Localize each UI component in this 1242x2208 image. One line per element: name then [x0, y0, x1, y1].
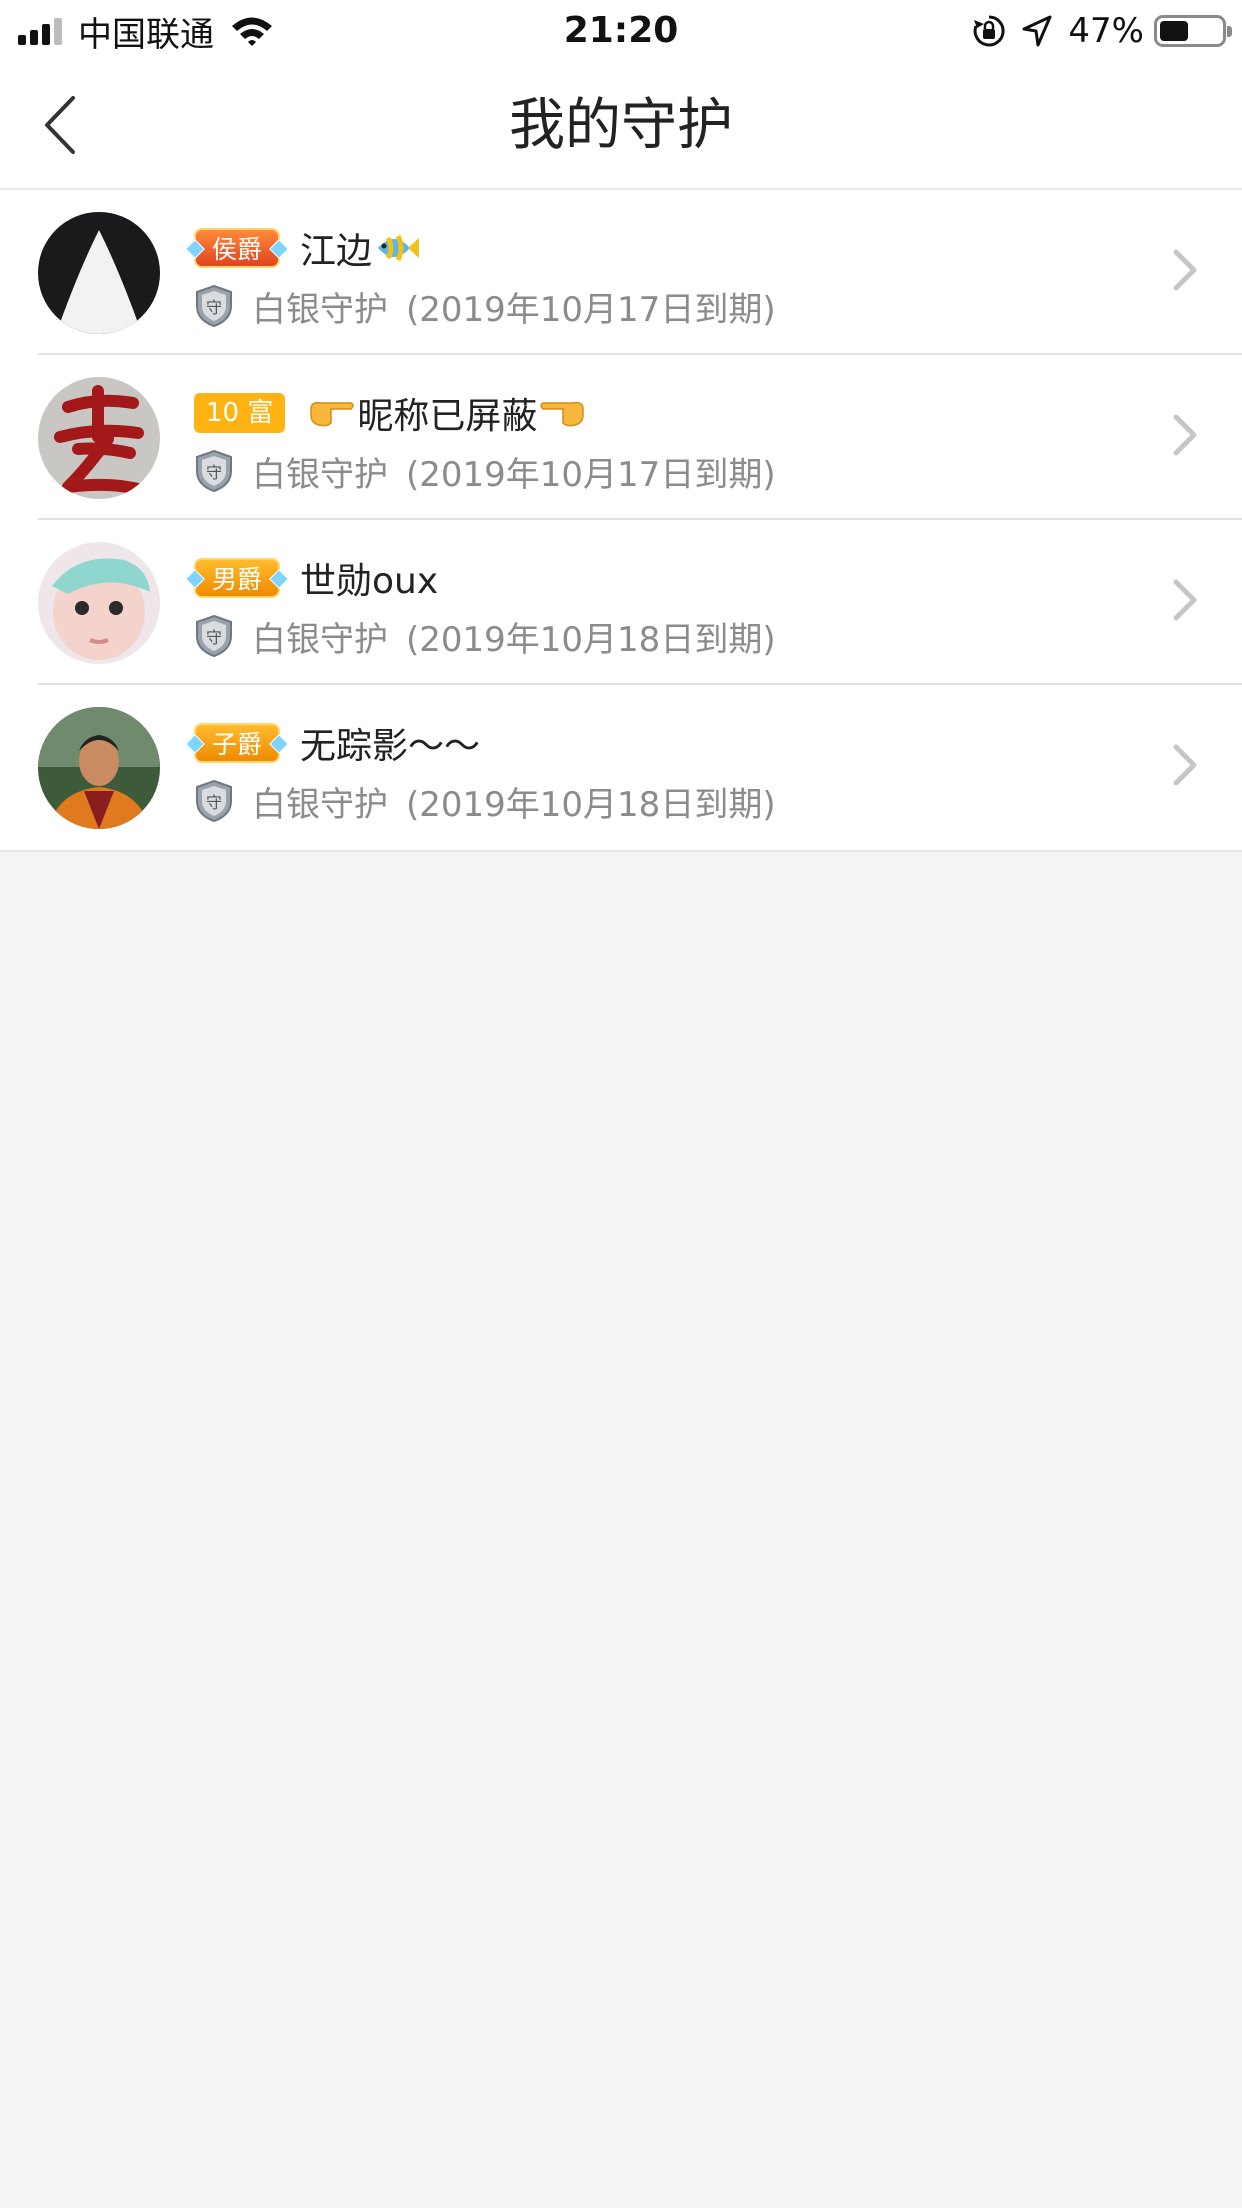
avatar[interactable]: [38, 377, 160, 499]
rank-badge: 子爵: [194, 723, 281, 763]
svg-text:守: 守: [206, 463, 222, 482]
back-button[interactable]: [30, 90, 90, 160]
row-header: 10 富 昵称已屏蔽: [194, 385, 589, 441]
nickname: 江边: [300, 222, 422, 274]
guard-type: 白银守护: [252, 289, 388, 330]
wealth-level-badge: 10 富: [194, 393, 286, 433]
location-arrow-icon: [1022, 15, 1052, 47]
guard-info: 守 白银守护 (2019年10月17日到期): [194, 278, 776, 334]
shield-icon: 守: [196, 614, 232, 658]
battery-icon: [1154, 15, 1232, 47]
row-header: 侯爵 江边: [194, 220, 422, 276]
chevron-left-icon: [45, 96, 75, 154]
expiry-date: (2019年10月18日到期): [406, 619, 776, 660]
orientation-lock-icon: [974, 15, 1005, 47]
guard-list-item[interactable]: 子爵 无踪影～～ 守 白银守护 (2019年10月18日到期): [0, 685, 1242, 850]
nickname-text: 世勋oux: [300, 561, 439, 602]
row-header: 男爵 世勋oux: [194, 550, 438, 606]
guard-list: 侯爵 江边 守 白银守护 (2019年10月17日到期) 10 富 昵称已屏蔽 …: [0, 190, 1242, 852]
expiry-date: (2019年10月18日到期): [406, 784, 776, 825]
svg-text:守: 守: [206, 298, 222, 317]
pointing-hand-right-emoji-icon: [310, 401, 355, 427]
avatar[interactable]: [38, 542, 160, 664]
svg-text:守: 守: [206, 793, 222, 812]
shield-icon: 守: [196, 449, 232, 493]
row-header: 子爵 无踪影～～: [194, 715, 480, 771]
status-bar: 中国联通 21:20 47%: [0, 0, 1242, 62]
guard-type: 白银守护: [252, 619, 388, 660]
avatar-image: [38, 542, 160, 664]
nickname: 无踪影～～: [300, 717, 480, 769]
guard-list-item[interactable]: 男爵 世勋oux 守 白银守护 (2019年10月18日到期): [0, 520, 1242, 685]
guard-info: 守 白银守护 (2019年10月18日到期): [194, 608, 776, 664]
guard-list-item[interactable]: 侯爵 江边 守 白银守护 (2019年10月17日到期): [0, 190, 1242, 355]
guard-info: 守 白银守护 (2019年10月18日到期): [194, 773, 776, 829]
avatar[interactable]: [38, 212, 160, 334]
battery-fill: [1160, 21, 1189, 41]
page-title: 我的守护: [509, 93, 733, 158]
status-right: 47%: [972, 8, 1232, 54]
nav-bar: 我的守护: [0, 62, 1242, 190]
nickname-text: 昵称已屏蔽: [357, 396, 538, 437]
fish-emoji-icon: [378, 234, 420, 262]
guard-list-item[interactable]: 10 富 昵称已屏蔽 守 白银守护 (2019年10月17日到期): [0, 355, 1242, 520]
shield-icon: 守: [196, 284, 232, 328]
svg-text:守: 守: [206, 628, 222, 647]
chevron-right-icon: [1173, 579, 1197, 621]
avatar-image: [38, 377, 160, 499]
rank-badge: 男爵: [194, 558, 281, 598]
pointing-hand-left-emoji-icon: [540, 401, 585, 427]
chevron-right-icon: [1173, 414, 1197, 456]
guard-type: 白银守护: [252, 454, 388, 495]
nickname-text: 江边: [300, 231, 373, 272]
avatar-image: [38, 707, 160, 829]
expiry-date: (2019年10月17日到期): [406, 454, 776, 495]
avatar[interactable]: [38, 707, 160, 829]
avatar-image: [38, 212, 160, 334]
guard-type: 白银守护: [252, 784, 388, 825]
shield-icon: 守: [196, 779, 232, 823]
guard-info: 守 白银守护 (2019年10月17日到期): [194, 443, 776, 499]
expiry-date: (2019年10月17日到期): [406, 289, 776, 330]
chevron-right-icon: [1173, 249, 1197, 291]
nickname: 世勋oux: [300, 552, 438, 604]
nickname: 昵称已屏蔽: [305, 387, 589, 439]
battery-percent: 47%: [1068, 11, 1144, 51]
chevron-right-icon: [1173, 744, 1197, 786]
rank-badge: 侯爵: [194, 228, 281, 268]
nickname-text: 无踪影～～: [300, 726, 481, 767]
